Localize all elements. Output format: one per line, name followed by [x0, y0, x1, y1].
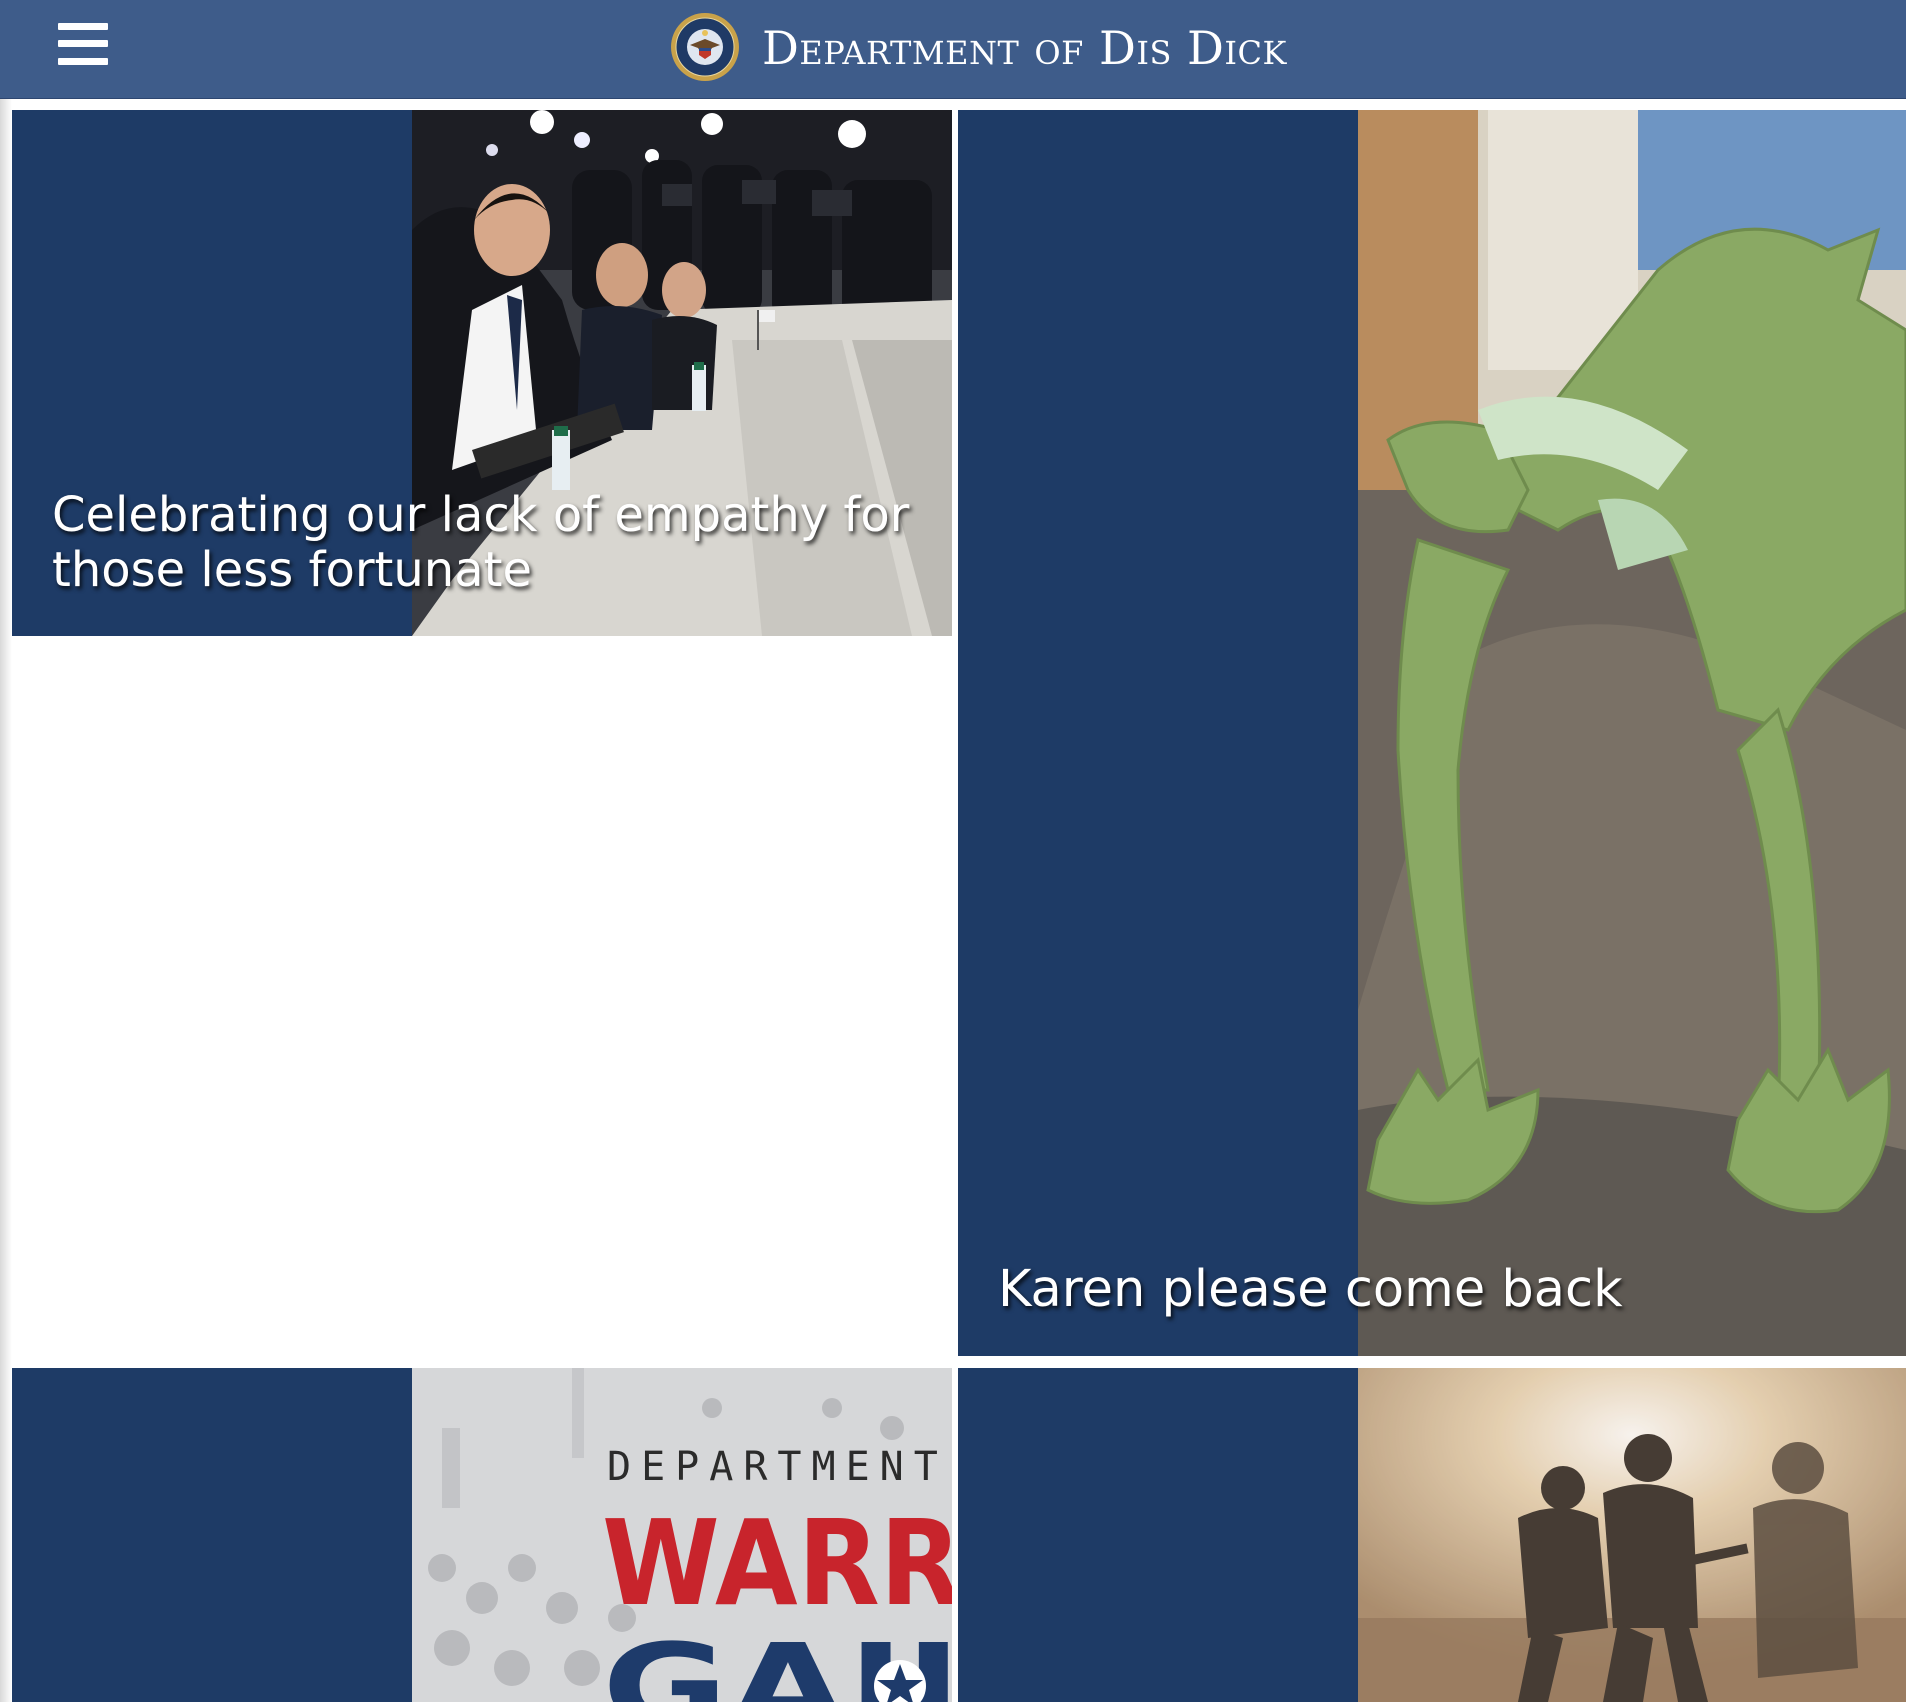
news-card-4[interactable]: [958, 1368, 1906, 1702]
department-seal-icon: [671, 13, 739, 81]
news-card-2[interactable]: Karen please come back: [958, 110, 1906, 1356]
hamburger-menu-icon[interactable]: [58, 23, 108, 65]
green-frog-puppet-photo: [1358, 110, 1906, 1356]
site-header: Department of Dis Dick: [0, 0, 1906, 99]
card-caption[interactable]: Karen please come back: [998, 1260, 1878, 1320]
page-edge-shadow: [0, 0, 12, 1702]
poster-title-text: WARR: [602, 1494, 952, 1632]
card-caption[interactable]: Celebrating our lack of empathy for thos…: [52, 488, 932, 598]
news-card-3[interactable]: DEPARTMENT OF WARR GAII: [12, 1368, 952, 1702]
soldiers-in-dust-photo: [1358, 1368, 1906, 1702]
department-of-war-poster: DEPARTMENT OF WARR GAII: [412, 1368, 952, 1702]
news-card-1[interactable]: Celebrating our lack of empathy for thos…: [12, 110, 952, 636]
poster-heading-text: DEPARTMENT OF: [607, 1444, 952, 1490]
site-title[interactable]: Department of Dis Dick: [762, 20, 1287, 76]
